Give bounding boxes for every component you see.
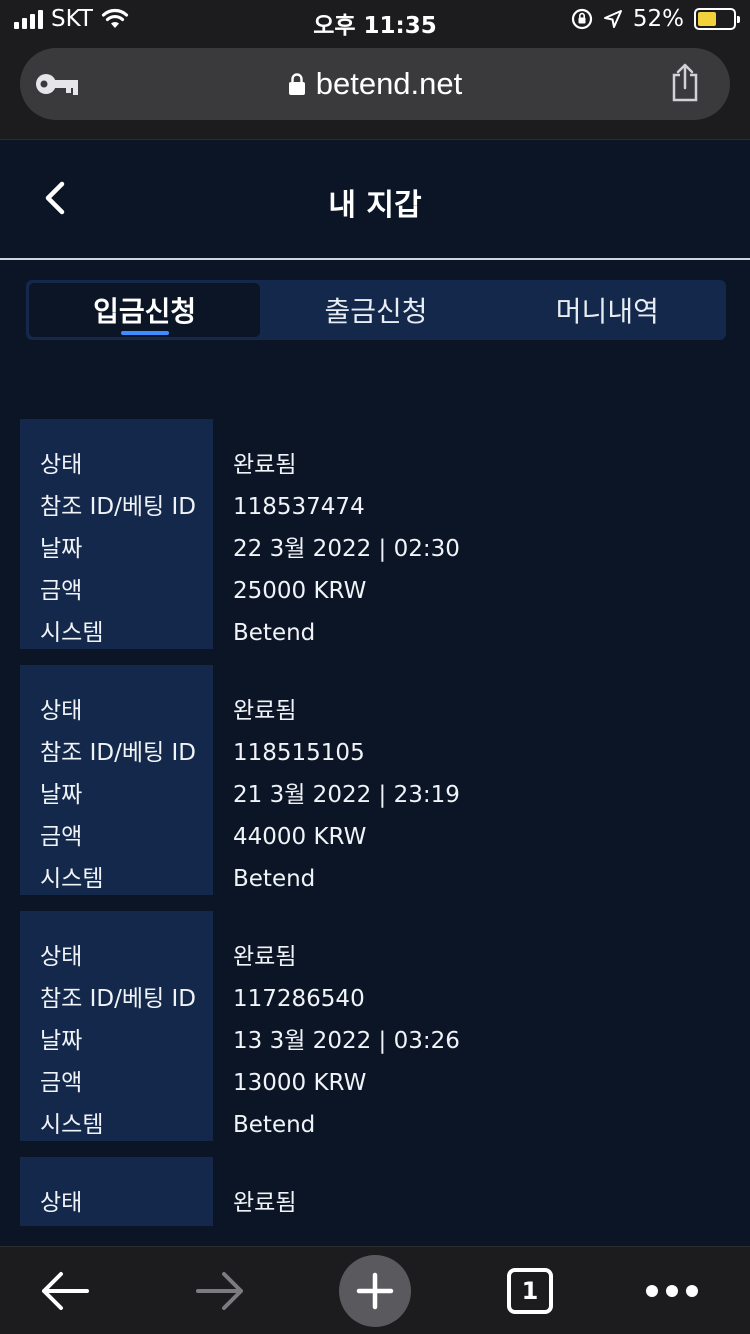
system-label: 시스템 [40, 620, 104, 646]
transaction-record: 상태 참조 ID/베팅 ID 날짜 금액 시스템 완료됨 118537474 2… [20, 419, 730, 649]
tab-withdraw-request[interactable]: 출금신청 [260, 283, 491, 337]
arrow-right-icon [196, 1272, 243, 1310]
date-label: 날짜 [40, 536, 83, 562]
location-icon [603, 10, 622, 28]
ref-id-label: 참조 ID/베팅 ID [40, 740, 196, 766]
date-value: 22 3월 2022 | 02:30 [233, 536, 460, 562]
amount-value: 13000 KRW [233, 1070, 367, 1096]
url-display[interactable]: betend.net [20, 48, 730, 120]
tab-switcher-button[interactable]: 1 [485, 1247, 575, 1334]
amount-label: 금액 [40, 1070, 83, 1096]
date-label: 날짜 [40, 1028, 83, 1054]
system-value: Betend [233, 620, 316, 646]
page-title: 내 지갑 [328, 188, 422, 223]
browser-back-button[interactable] [20, 1247, 110, 1334]
url-bar[interactable]: betend.net [20, 48, 730, 120]
status-label: 상태 [40, 944, 83, 970]
date-value: 13 3월 2022 | 03:26 [233, 1028, 460, 1054]
ref-id-value: 118515105 [233, 740, 365, 766]
tab-deposit-request[interactable]: 입금신청 [29, 283, 261, 337]
url-text[interactable]: betend.net [316, 66, 463, 102]
tab-count: 1 [507, 1268, 553, 1314]
record-labels: 상태 참조 ID/베팅 ID 날짜 금액 시스템 [20, 419, 213, 649]
lock-icon [288, 73, 305, 95]
system-value: Betend [233, 1112, 316, 1138]
amount-label: 금액 [40, 824, 83, 850]
new-tab-button[interactable] [330, 1247, 420, 1334]
record-values: 완료됨 117286540 13 3월 2022 | 03:26 13000 K… [233, 911, 460, 1146]
tab-label: 머니내역 [555, 295, 659, 328]
browser-toolbar: 1 [0, 1246, 750, 1334]
ref-id-value: 117286540 [233, 986, 365, 1012]
record-labels: 상태 참조 ID/베팅 ID 날짜 금액 시스템 [20, 665, 213, 895]
ref-id-label: 참조 ID/베팅 ID [40, 986, 196, 1012]
share-icon[interactable] [670, 62, 700, 102]
status-value: 완료됨 [233, 944, 297, 970]
record-labels: 상태 참조 ID/베팅 ID 날짜 금액 시스템 [20, 911, 213, 1141]
status-label: 상태 [40, 1190, 83, 1216]
battery-percent: 52% [632, 6, 684, 32]
status-label: 상태 [40, 698, 83, 724]
more-menu-button[interactable] [627, 1247, 717, 1334]
transaction-record: 상태 참조 ID/베팅 ID 날짜 금액 시스템 완료됨 118515105 2… [20, 665, 730, 895]
date-value: 21 3월 2022 | 23:19 [233, 782, 460, 808]
tab-label: 출금신청 [324, 295, 428, 328]
transaction-record: 상태 참조 ID/베팅 ID 날짜 금액 시스템 완료됨 117286540 1… [20, 911, 730, 1141]
status-bar: SKT 오후 11:35 52% [0, 0, 750, 40]
record-values: 완료됨 118515105 21 3월 2022 | 23:19 44000 K… [233, 665, 460, 900]
amount-value: 44000 KRW [233, 824, 367, 850]
app-header: 내 지갑 [0, 140, 750, 260]
status-label: 상태 [40, 452, 83, 478]
amount-label: 금액 [40, 578, 83, 604]
tab-label: 입금신청 [93, 295, 197, 328]
battery-level [698, 12, 716, 26]
record-labels: 상태 [20, 1157, 213, 1226]
amount-value: 25000 KRW [233, 578, 367, 604]
record-values: 완료됨 118537474 22 3월 2022 | 02:30 25000 K… [233, 419, 460, 654]
battery-icon [694, 8, 740, 30]
transaction-list: 상태 참조 ID/베팅 ID 날짜 금액 시스템 완료됨 118537474 2… [20, 419, 730, 1226]
status-value: 완료됨 [233, 698, 297, 724]
ref-id-value: 118537474 [233, 494, 365, 520]
orientation-lock-icon [571, 8, 592, 30]
system-label: 시스템 [40, 1112, 104, 1138]
tab-money-history[interactable]: 머니내역 [492, 283, 723, 337]
browser-forward-button[interactable] [175, 1247, 265, 1334]
record-values: 완료됨 [233, 1157, 296, 1224]
more-dots-icon [646, 1285, 698, 1297]
status-value: 완료됨 [233, 1190, 297, 1216]
date-label: 날짜 [40, 782, 83, 808]
system-label: 시스템 [40, 866, 104, 892]
status-value: 완료됨 [233, 452, 297, 478]
ref-id-label: 참조 ID/베팅 ID [40, 494, 196, 520]
browser-top-bar: SKT 오후 11:35 52% betend.net [0, 0, 750, 140]
system-value: Betend [233, 866, 316, 892]
transaction-record: 상태 완료됨 [20, 1157, 730, 1226]
wallet-tabs: 입금신청 출금신청 머니내역 [26, 280, 726, 340]
arrow-left-icon [42, 1272, 89, 1310]
status-right: 52% [571, 6, 740, 32]
plus-icon [339, 1255, 411, 1327]
